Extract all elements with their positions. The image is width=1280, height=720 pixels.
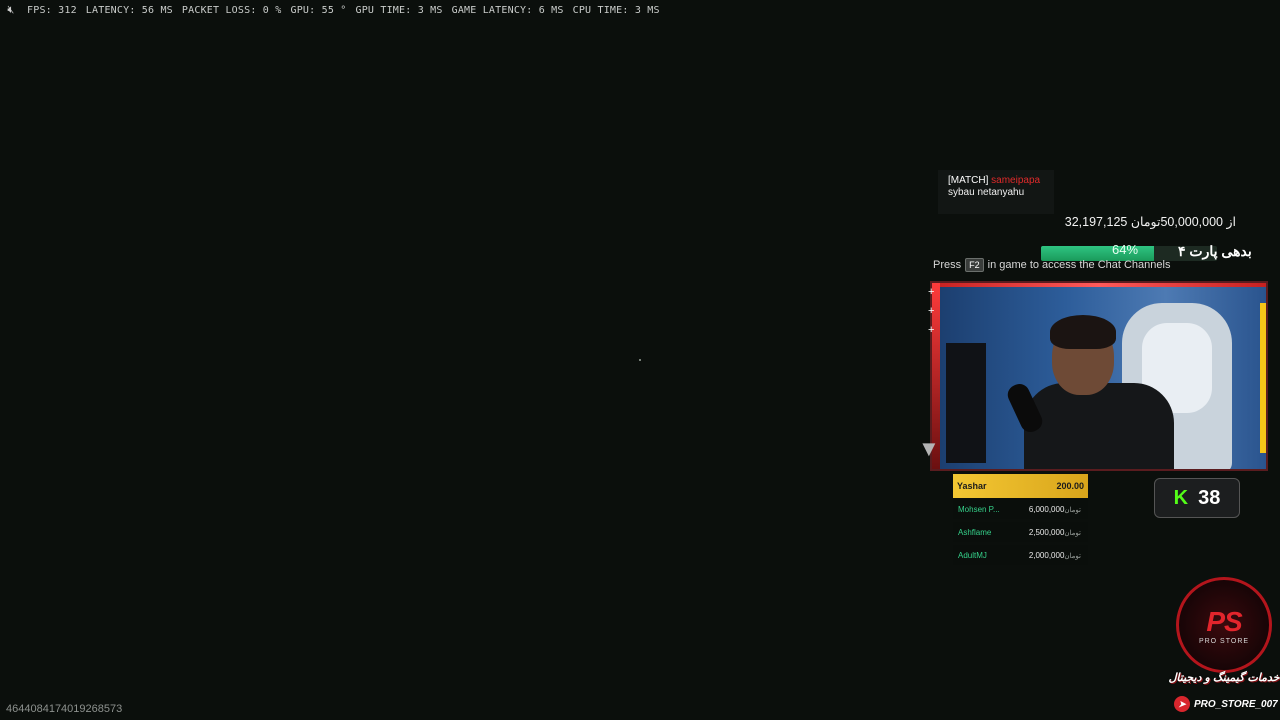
- pro-store-logo-mark: PS: [1206, 605, 1242, 637]
- top-donor-row: Yashar 200.00: [953, 474, 1088, 498]
- webcam-overlay: [930, 281, 1268, 471]
- pro-store-tagline: خدمات گیمینگ و دیجیتال: [1168, 672, 1280, 684]
- plus-icon: +: [928, 305, 935, 317]
- session-id: 4644084174019268573: [6, 703, 123, 715]
- pro-store-logo: PS PRO STORE: [1176, 577, 1272, 673]
- top-donor-amount: 200.00: [1056, 481, 1084, 491]
- stat-cpu-time: CPU TIME: 3 MS: [572, 4, 660, 16]
- stat-gpu-temp: GPU: 55 °: [290, 4, 347, 16]
- donation-goal-progress-text: 32,197,125 از 50,000,000تومان: [1064, 215, 1236, 229]
- chat-message-text: sybau netanyahu: [948, 187, 1025, 198]
- donor-row: Mohsen P... تومان6,000,000: [953, 499, 1088, 519]
- donor-row: Ashflame تومان2,500,000: [953, 522, 1088, 542]
- donor-amount: تومان6,000,000: [1028, 504, 1081, 514]
- pro-store-logo-sub: PRO STORE: [1198, 637, 1250, 645]
- webcam-monitor-shape: [946, 343, 986, 463]
- stat-packet-loss: PACKET LOSS: 0 %: [181, 4, 282, 16]
- stat-latency: LATENCY: 56 MS: [85, 4, 173, 16]
- donor-amount: تومان2,500,000: [1028, 527, 1081, 537]
- chat-username[interactable]: sameipapa: [991, 175, 1040, 186]
- donor-row: AdultMJ تومان2,000,000: [953, 545, 1088, 565]
- chat-hint-prefix: Press: [933, 259, 962, 271]
- kick-icon: K: [1173, 486, 1189, 509]
- webcam-person-hair: [1050, 315, 1116, 349]
- kick-counter-value: 38: [1198, 486, 1221, 509]
- donor-name: AdultMJ: [958, 550, 987, 560]
- v-logo-icon: ▼: [918, 436, 940, 461]
- donor-name: Ashflame: [958, 527, 992, 537]
- mute-icon[interactable]: 🔇︎: [4, 3, 18, 17]
- stat-gpu-time: GPU TIME: 3 MS: [355, 4, 443, 16]
- chat-channel-tag: [MATCH]: [948, 175, 989, 186]
- telegram-icon: ➤: [1174, 696, 1190, 712]
- chat-hint-suffix: in game to access the Chat Channels: [987, 259, 1171, 271]
- donor-amount: تومان2,000,000: [1028, 550, 1081, 560]
- chat-message-box: [MATCH] sameipapa sybau netanyahu: [938, 170, 1054, 214]
- donor-name: Mohsen P...: [958, 504, 1000, 514]
- chat-hint: Press F2 in game to access the Chat Chan…: [933, 258, 1170, 272]
- top-donor-name: Yashar: [957, 481, 987, 491]
- pro-store-handle-text: PRO_STORE_007: [1194, 698, 1278, 710]
- donation-goal-title: بدهی پارت ۴: [1178, 243, 1252, 259]
- plus-icon: +: [928, 324, 935, 336]
- webcam-frame-glow-top: [932, 283, 1266, 287]
- f2-key-badge: F2: [965, 258, 984, 272]
- kick-counter-badge: K 38: [1154, 478, 1240, 518]
- stat-fps: FPS: 312: [27, 4, 77, 16]
- webcam-frame-glow-right: [1260, 303, 1266, 453]
- performance-stats-bar: 🔇︎ FPS: 312 LATENCY: 56 MS PACKET LOSS: …: [0, 0, 660, 20]
- pro-store-handle: ➤ PRO_STORE_007: [1174, 696, 1278, 712]
- crosshair-dot: [639, 359, 641, 361]
- plus-icon: +: [928, 286, 935, 298]
- stat-game-latency: GAME LATENCY: 6 MS: [451, 4, 564, 16]
- webcam-person-body: [1024, 383, 1174, 469]
